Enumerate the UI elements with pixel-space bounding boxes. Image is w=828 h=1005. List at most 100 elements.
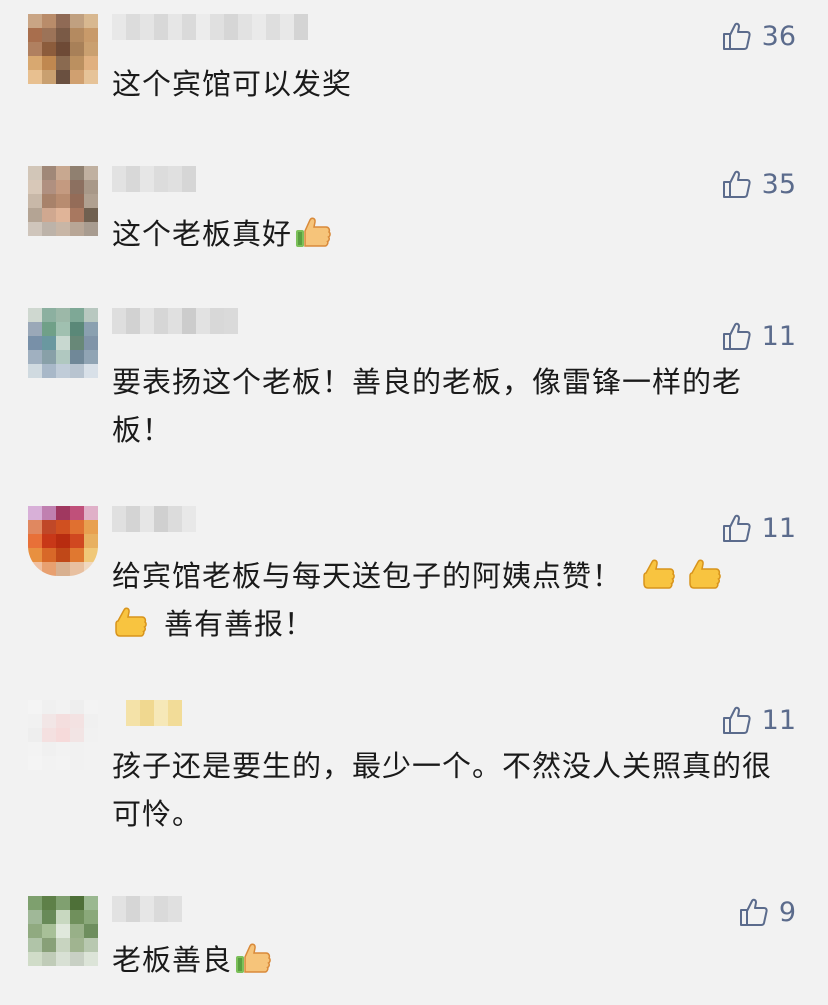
like-button[interactable]: 9 — [737, 896, 796, 928]
avatar-mosaic-pixel — [28, 534, 42, 548]
username-blurred[interactable] — [112, 166, 196, 192]
username-mosaic-pixel — [140, 308, 154, 334]
avatar-mosaic-pixel — [42, 180, 56, 194]
avatar-mosaic-pixel — [42, 952, 56, 966]
avatar-mosaic-pixel — [70, 208, 84, 222]
avatar[interactable] — [28, 700, 98, 770]
thumbs-up-icon — [720, 320, 752, 352]
avatar-mosaic-pixel — [28, 222, 42, 236]
thumbs-up-emoji-icon — [294, 212, 332, 250]
avatar-mosaic-pixel — [84, 322, 98, 336]
username-mosaic-pixel — [112, 506, 126, 532]
avatar-mosaic-pixel — [56, 924, 70, 938]
avatar[interactable] — [28, 896, 98, 966]
avatar-mosaic-pixel — [84, 166, 98, 180]
avatar-mosaic-pixel — [42, 42, 56, 56]
avatar-mosaic-pixel — [42, 322, 56, 336]
like-count: 11 — [761, 704, 796, 736]
avatar-mosaic-pixel — [28, 180, 42, 194]
avatar-mosaic-pixel — [84, 70, 98, 84]
avatar-mosaic-pixel — [42, 938, 56, 952]
avatar-mosaic-pixel — [42, 28, 56, 42]
comment-text: 要表扬这个老板！善良的老板，像雷锋一样的老板！ — [112, 365, 743, 447]
username-mosaic-pixel — [154, 166, 168, 192]
like-button[interactable]: 35 — [720, 168, 796, 200]
avatar-mosaic-pixel — [56, 952, 70, 966]
avatar-mosaic-pixel — [28, 364, 42, 378]
username-blurred[interactable] — [112, 14, 308, 40]
avatar-mosaic-pixel — [84, 194, 98, 208]
avatar-mosaic-pixel — [56, 336, 70, 350]
username-mosaic-pixel — [140, 506, 154, 532]
thumbs-up-icon — [720, 20, 752, 52]
avatar[interactable] — [28, 308, 98, 378]
avatar-mosaic-pixel — [70, 364, 84, 378]
avatar-mosaic-pixel — [28, 56, 42, 70]
avatar-mosaic-pixel — [84, 924, 98, 938]
username-mosaic-pixel — [154, 700, 168, 726]
username-blurred[interactable] — [126, 700, 182, 726]
avatar-mosaic-pixel — [28, 562, 42, 576]
avatar-mosaic-pixel — [42, 548, 56, 562]
avatar-mosaic-pixel — [28, 70, 42, 84]
avatar-mosaic-pixel — [70, 896, 84, 910]
avatar-mosaic-pixel — [28, 28, 42, 42]
avatar-mosaic-pixel — [56, 194, 70, 208]
like-button[interactable]: 36 — [720, 20, 796, 52]
comment-item: 9 老板善良 — [0, 896, 828, 996]
avatar-mosaic-pixel — [84, 222, 98, 236]
avatar-mosaic-pixel — [28, 742, 42, 756]
avatar-mosaic-pixel — [28, 42, 42, 56]
avatar-mosaic-pixel — [84, 714, 98, 728]
avatar-mosaic-pixel — [42, 56, 56, 70]
avatar-mosaic-pixel — [56, 56, 70, 70]
avatar-mosaic-pixel — [70, 700, 84, 714]
comment-item: 11 给宾馆老板与每天送包子的阿姨点赞！ 善有善报！ — [0, 506, 828, 656]
username-blurred[interactable] — [112, 506, 196, 532]
avatar-mosaic-pixel — [28, 938, 42, 952]
avatar[interactable] — [28, 166, 98, 236]
avatar-mosaic-pixel — [84, 700, 98, 714]
username-mosaic-pixel — [140, 166, 154, 192]
comment-item: 36 这个宾馆可以发奖 — [0, 14, 828, 124]
avatar-mosaic-pixel — [70, 70, 84, 84]
username-mosaic-pixel — [294, 14, 308, 40]
avatar-mosaic-pixel — [56, 548, 70, 562]
avatar-mosaic-pixel — [56, 714, 70, 728]
username-mosaic-pixel — [168, 700, 182, 726]
thumbs-up-icon — [720, 704, 752, 736]
avatar-mosaic-pixel — [28, 14, 42, 28]
avatar-mosaic-pixel — [56, 562, 70, 576]
avatar-mosaic-pixel — [42, 714, 56, 728]
username-blurred[interactable] — [112, 308, 238, 334]
like-button[interactable]: 11 — [720, 320, 796, 352]
like-button[interactable]: 11 — [720, 704, 796, 736]
avatar-mosaic-pixel — [28, 308, 42, 322]
thumbs-up-emoji-icon — [112, 602, 150, 640]
username-blurred[interactable] — [112, 896, 182, 922]
avatar[interactable] — [28, 14, 98, 84]
username-mosaic-pixel — [196, 308, 210, 334]
username-mosaic-pixel — [266, 14, 280, 40]
username-mosaic-pixel — [154, 506, 168, 532]
avatar-mosaic-pixel — [28, 700, 42, 714]
avatar-mosaic-pixel — [70, 548, 84, 562]
avatar-mosaic-pixel — [42, 166, 56, 180]
avatar-mosaic-pixel — [84, 28, 98, 42]
avatar-mosaic-pixel — [28, 714, 42, 728]
comment-text: 这个老板真好 — [112, 210, 790, 258]
avatar-mosaic-pixel — [42, 506, 56, 520]
username-mosaic-pixel — [182, 506, 196, 532]
username-mosaic-pixel — [154, 308, 168, 334]
avatar-mosaic-pixel — [84, 728, 98, 742]
username-mosaic-pixel — [168, 14, 182, 40]
avatar-mosaic-pixel — [84, 896, 98, 910]
avatar-mosaic-pixel — [42, 70, 56, 84]
like-button[interactable]: 11 — [720, 512, 796, 544]
avatar-mosaic-pixel — [70, 42, 84, 56]
username-mosaic-pixel — [210, 14, 224, 40]
avatar[interactable] — [28, 506, 98, 576]
comment-text: 这个宾馆可以发奖 — [112, 67, 353, 101]
username-mosaic-pixel — [224, 14, 238, 40]
avatar-mosaic-pixel — [28, 756, 42, 770]
